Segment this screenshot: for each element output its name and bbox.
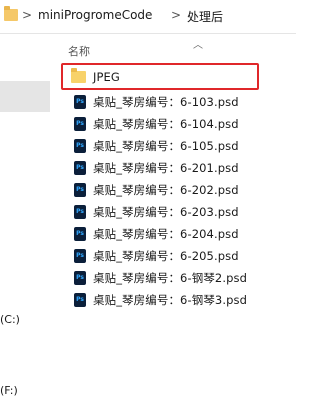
file-name: 桌贴_琴房编号：6-202.psd [93, 182, 239, 197]
photoshop-file-icon: Ps [74, 248, 86, 263]
file-list: ︿ 名称 JPEG Ps 桌贴_琴房编号：6-103.psd Ps 桌贴_琴房编… [55, 34, 296, 419]
photoshop-file-icon: Ps [74, 292, 86, 307]
file-name: 桌贴_琴房编号：6-203.psd [93, 204, 239, 219]
nav-item-drive-c[interactable]: (C:) [0, 313, 20, 326]
photoshop-file-icon: Ps [74, 116, 86, 131]
nav-selected-item[interactable] [0, 81, 50, 112]
list-item-folder-jpeg[interactable]: JPEG [61, 63, 259, 90]
list-item[interactable]: Ps 桌贴_琴房编号：6-105.psd [64, 135, 259, 156]
column-header-name[interactable]: 名称 [68, 43, 90, 59]
list-item[interactable]: Ps 桌贴_琴房编号：6-钢琴2.psd [64, 267, 259, 288]
breadcrumb-separator[interactable]: > [22, 8, 32, 22]
file-name: JPEG [93, 69, 120, 84]
file-name: 桌贴_琴房编号：6-201.psd [93, 160, 239, 175]
list-item[interactable]: Ps 桌贴_琴房编号：6-202.psd [64, 179, 259, 200]
list-item[interactable]: Ps 桌贴_琴房编号：6-205.psd [64, 245, 259, 266]
photoshop-file-icon: Ps [74, 138, 86, 153]
photoshop-file-icon: Ps [74, 270, 86, 285]
photoshop-file-icon: Ps [74, 182, 86, 197]
file-name: 桌贴_琴房编号：6-204.psd [93, 226, 239, 241]
list-item[interactable]: Ps 桌贴_琴房编号：6-钢琴3.psd [64, 289, 259, 310]
nav-item-drive-f[interactable]: (F:) [0, 384, 18, 397]
navigation-pane: (C:) (F:) [0, 34, 52, 419]
file-name: 桌贴_琴房编号：6-钢琴3.psd [93, 292, 247, 307]
breadcrumb-item-current[interactable]: 处理后 [187, 8, 223, 25]
folder-icon [71, 67, 86, 83]
address-bar[interactable]: > miniProgromeCode > 处理后 [0, 0, 296, 34]
breadcrumb-separator[interactable]: > [171, 8, 181, 22]
photoshop-file-icon: Ps [74, 94, 86, 109]
folder-icon [4, 6, 18, 21]
list-item[interactable]: Ps 桌贴_琴房编号：6-201.psd [64, 157, 259, 178]
photoshop-file-icon: Ps [74, 160, 86, 175]
breadcrumb-item-miniprogromecode[interactable]: miniProgromeCode [38, 8, 152, 22]
photoshop-file-icon: Ps [74, 204, 86, 219]
photoshop-file-icon: Ps [74, 226, 86, 241]
file-name: 桌贴_琴房编号：6-105.psd [93, 138, 239, 153]
list-item[interactable]: Ps 桌贴_琴房编号：6-204.psd [64, 223, 259, 244]
list-item[interactable]: Ps 桌贴_琴房编号：6-103.psd [64, 91, 259, 112]
list-item[interactable]: Ps 桌贴_琴房编号：6-203.psd [64, 201, 259, 222]
file-name: 桌贴_琴房编号：6-钢琴2.psd [93, 270, 247, 285]
file-name: 桌贴_琴房编号：6-103.psd [93, 94, 239, 109]
file-name: 桌贴_琴房编号：6-104.psd [93, 116, 239, 131]
sort-chevron-up-icon[interactable]: ︿ [193, 36, 203, 51]
scrollbar[interactable] [292, 34, 296, 419]
list-item[interactable]: Ps 桌贴_琴房编号：6-104.psd [64, 113, 259, 134]
file-name: 桌贴_琴房编号：6-205.psd [93, 248, 239, 263]
